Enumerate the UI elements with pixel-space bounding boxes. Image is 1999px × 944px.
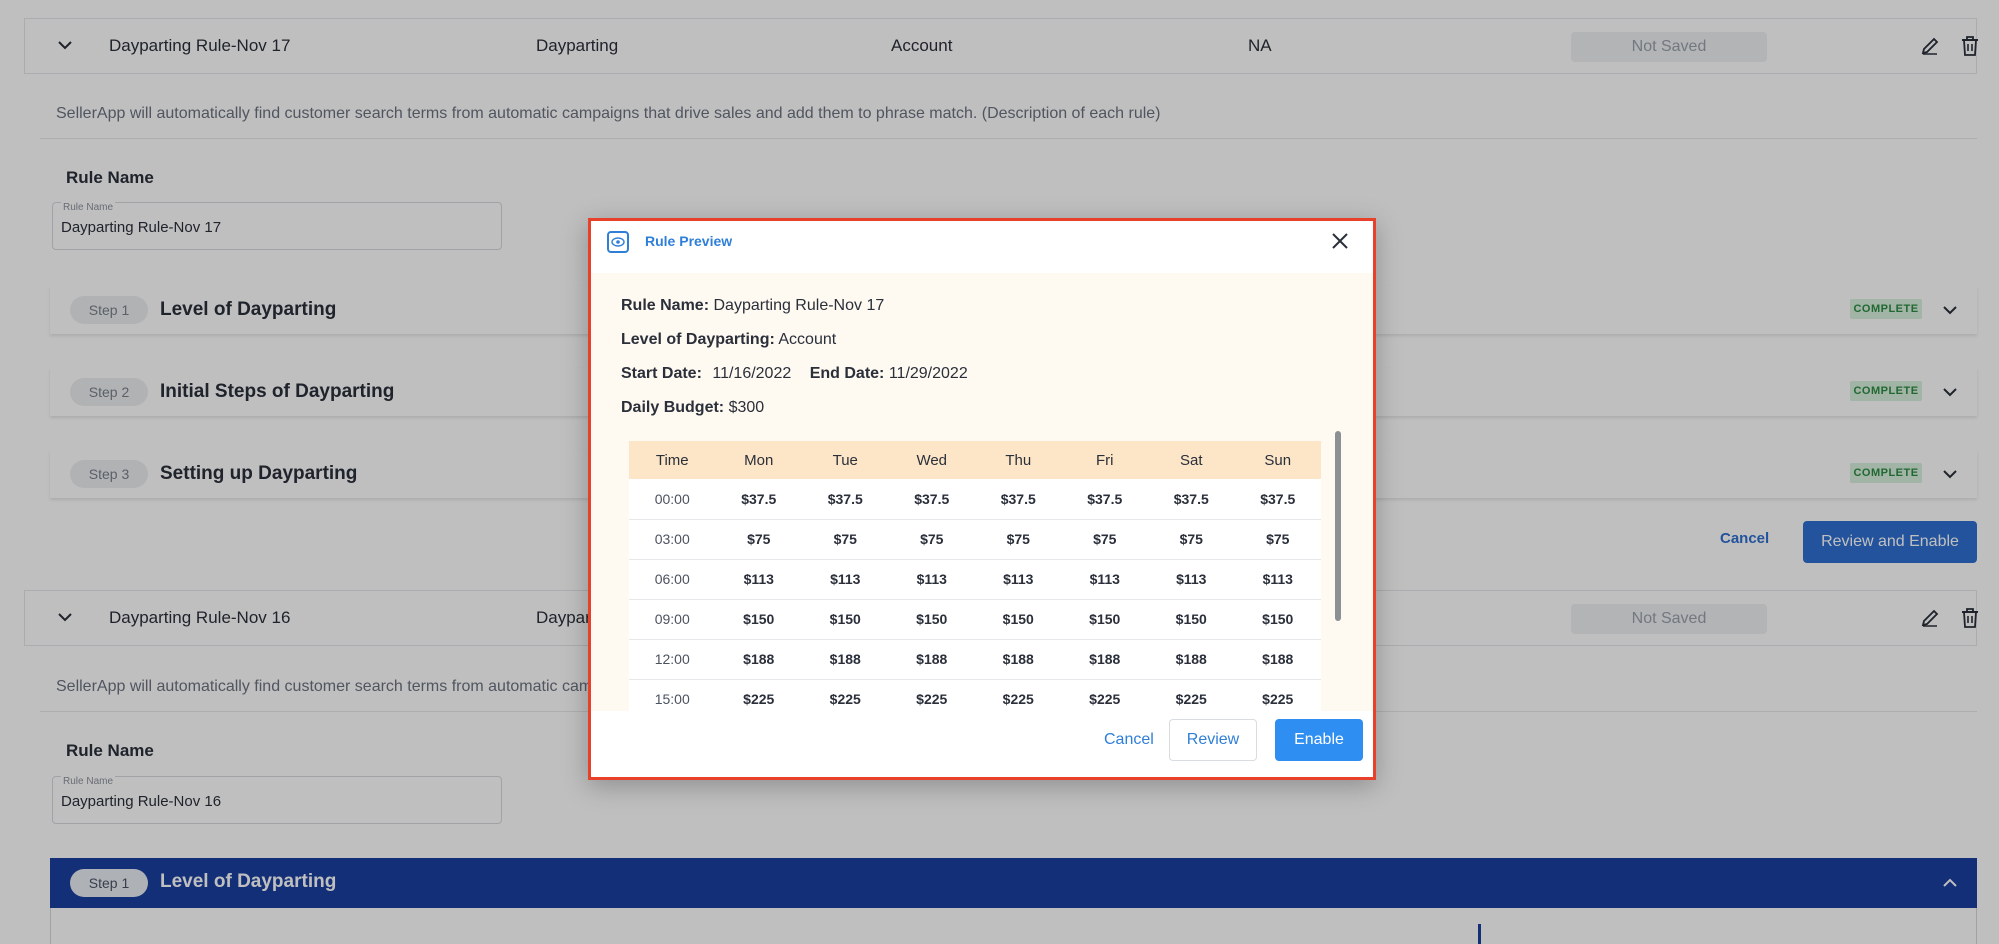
close-icon[interactable] bbox=[1329, 230, 1351, 252]
modal-body: Rule Name: Dayparting Rule-Nov 17 Level … bbox=[591, 273, 1373, 711]
budget-cell: $188 bbox=[1234, 639, 1321, 680]
budget-cell: $37.5 bbox=[1061, 479, 1148, 520]
table-row: 09:00 $150 $150 $150 $150 $150 $150 $150 bbox=[629, 599, 1321, 640]
preview-rule-name-label: Rule Name: bbox=[621, 297, 710, 314]
budget-cell: $150 bbox=[975, 599, 1062, 640]
budget-cell: $225 bbox=[975, 679, 1062, 711]
budget-cell: $113 bbox=[802, 559, 889, 600]
table-header-cell: Fri bbox=[1061, 441, 1148, 479]
modal-footer: Cancel Review Enable bbox=[591, 711, 1373, 777]
table-row: 06:00 $113 $113 $113 $113 $113 $113 $113 bbox=[629, 559, 1321, 600]
budget-cell: $75 bbox=[975, 519, 1062, 560]
table-row: 00:00 $37.5 $37.5 $37.5 $37.5 $37.5 $37.5 $37.5 bbox=[629, 479, 1321, 520]
budget-cell: $188 bbox=[888, 639, 975, 680]
table-header-cell: Thu bbox=[975, 441, 1062, 479]
budget-cell: $113 bbox=[1148, 559, 1235, 600]
budget-cell: $75 bbox=[888, 519, 975, 560]
budget-cell: $75 bbox=[802, 519, 889, 560]
preview-start-label: Start Date: bbox=[621, 365, 702, 382]
budget-cell: $113 bbox=[715, 559, 802, 600]
budget-cell: $113 bbox=[1234, 559, 1321, 600]
table-header-cell: Sat bbox=[1148, 441, 1235, 479]
preview-budget: Daily Budget: $300 bbox=[621, 399, 764, 417]
table-row: 03:00 $75 $75 $75 $75 $75 $75 $75 bbox=[629, 519, 1321, 560]
budget-cell: $37.5 bbox=[1148, 479, 1235, 520]
budget-cell: $150 bbox=[802, 599, 889, 640]
preview-level-value: Account bbox=[778, 331, 837, 348]
budget-cell: $225 bbox=[1234, 679, 1321, 711]
budget-cell: $188 bbox=[802, 639, 889, 680]
enable-button[interactable]: Enable bbox=[1275, 719, 1363, 761]
schedule-table-container[interactable]: Time Mon Tue Wed Thu Fri Sat Sun 00:00 $37.5 $37.… bbox=[629, 441, 1321, 711]
budget-cell: $150 bbox=[1061, 599, 1148, 640]
table-header-cell: Time bbox=[629, 441, 716, 479]
budget-cell: $75 bbox=[1234, 519, 1321, 560]
budget-cell: $37.5 bbox=[715, 479, 802, 520]
budget-cell: $113 bbox=[1061, 559, 1148, 600]
rule-preview-modal: Rule Preview Rule Name: Dayparting Rule-… bbox=[588, 218, 1376, 780]
budget-cell: $225 bbox=[1061, 679, 1148, 711]
table-row: 15:00 $225 $225 $225 $225 $225 $225 $225 bbox=[629, 679, 1321, 711]
budget-cell: $37.5 bbox=[1234, 479, 1321, 520]
eye-icon bbox=[607, 231, 629, 253]
preview-level: Level of Dayparting: Account bbox=[621, 331, 836, 349]
budget-cell: $150 bbox=[1148, 599, 1235, 640]
preview-level-label: Level of Dayparting: bbox=[621, 331, 775, 348]
table-row: 12:00 $188 $188 $188 $188 $188 $188 $188 bbox=[629, 639, 1321, 680]
preview-rule-name-value: Dayparting Rule-Nov 17 bbox=[713, 297, 885, 314]
budget-cell: $75 bbox=[715, 519, 802, 560]
budget-cell: $150 bbox=[715, 599, 802, 640]
preview-rule-name: Rule Name: Dayparting Rule-Nov 17 bbox=[621, 297, 884, 315]
cancel-button[interactable]: Cancel bbox=[1104, 731, 1154, 749]
preview-end-label: End Date: bbox=[809, 365, 885, 382]
budget-cell: $37.5 bbox=[802, 479, 889, 520]
budget-cell: $75 bbox=[1148, 519, 1235, 560]
budget-cell: $75 bbox=[1061, 519, 1148, 560]
time-cell: 12:00 bbox=[629, 639, 716, 680]
preview-budget-value: $300 bbox=[728, 399, 765, 416]
budget-cell: $150 bbox=[1234, 599, 1321, 640]
budget-cell: $188 bbox=[1061, 639, 1148, 680]
time-cell: 03:00 bbox=[629, 519, 716, 560]
budget-cell: $150 bbox=[888, 599, 975, 640]
budget-cell: $37.5 bbox=[975, 479, 1062, 520]
time-cell: 09:00 bbox=[629, 599, 716, 640]
time-cell: 15:00 bbox=[629, 679, 716, 711]
budget-cell: $188 bbox=[715, 639, 802, 680]
table-header-cell: Sun bbox=[1234, 441, 1321, 479]
budget-cell: $225 bbox=[802, 679, 889, 711]
modal-header: Rule Preview bbox=[591, 221, 1373, 273]
review-button[interactable]: Review bbox=[1169, 719, 1257, 761]
scrollbar[interactable] bbox=[1335, 431, 1341, 621]
schedule-table: Time Mon Tue Wed Thu Fri Sat Sun 00:00 $37.5 $37.… bbox=[629, 441, 1321, 711]
preview-start-value: 11/16/2022 bbox=[712, 365, 792, 382]
preview-budget-label: Daily Budget: bbox=[621, 399, 725, 416]
budget-cell: $188 bbox=[975, 639, 1062, 680]
preview-dates: Start Date: 11/16/2022 End Date: 11/29/2… bbox=[621, 365, 968, 383]
budget-cell: $225 bbox=[888, 679, 975, 711]
preview-end-value: 11/29/2022 bbox=[888, 365, 968, 382]
table-header-row: Time Mon Tue Wed Thu Fri Sat Sun bbox=[629, 441, 1321, 479]
budget-cell: $225 bbox=[715, 679, 802, 711]
table-header-cell: Mon bbox=[715, 441, 802, 479]
budget-cell: $113 bbox=[888, 559, 975, 600]
budget-cell: $113 bbox=[975, 559, 1062, 600]
budget-cell: $225 bbox=[1148, 679, 1235, 711]
budget-cell: $188 bbox=[1148, 639, 1235, 680]
table-header-cell: Wed bbox=[888, 441, 975, 479]
time-cell: 00:00 bbox=[629, 479, 716, 520]
budget-cell: $37.5 bbox=[888, 479, 975, 520]
table-header-cell: Tue bbox=[802, 441, 889, 479]
time-cell: 06:00 bbox=[629, 559, 716, 600]
modal-title: Rule Preview bbox=[645, 233, 733, 249]
